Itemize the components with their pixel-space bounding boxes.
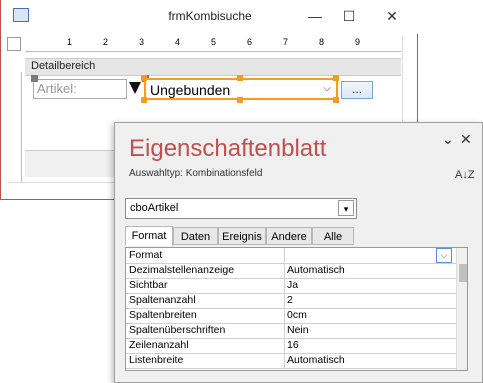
- object-select[interactable]: cboArtikel ▾: [125, 198, 357, 219]
- property-name: Spaltenüberschriften: [129, 324, 226, 336]
- move-handle[interactable]: [31, 75, 38, 82]
- ruler-mark: 2: [103, 37, 109, 47]
- property-name: Spaltenbreiten: [129, 309, 197, 321]
- property-row[interactable]: Spaltenüberschriften Nein: [126, 323, 456, 339]
- scroll-thumb[interactable]: [459, 264, 467, 282]
- ruler-corner[interactable]: [7, 37, 21, 51]
- property-value[interactable]: Ja: [287, 278, 298, 293]
- section-label: Detailbereich: [31, 60, 96, 72]
- ruler-mark: 7: [283, 37, 289, 47]
- tab-alle[interactable]: Alle: [312, 227, 354, 245]
- property-value[interactable]: 16: [287, 338, 299, 353]
- close-icon[interactable]: ✕: [460, 131, 472, 148]
- property-value[interactable]: Automatisch: [287, 353, 345, 368]
- selection-type: Auswahltyp: Kombinationsfeld: [129, 168, 263, 179]
- property-row[interactable]: Dezimalstellenanzeige Automatisch: [126, 263, 456, 279]
- resize-handle[interactable]: [237, 75, 243, 81]
- resize-handle[interactable]: [141, 75, 147, 81]
- resize-handle[interactable]: [141, 97, 147, 103]
- detail-section-bar[interactable]: Detailbereich: [25, 58, 401, 76]
- chevron-down-icon[interactable]: ⌵: [320, 81, 334, 97]
- resize-handle[interactable]: [333, 97, 339, 103]
- property-grid: Format ⌵ Dezimalstellenanzeige Automatis…: [125, 247, 468, 371]
- tab-daten[interactable]: Daten: [173, 227, 218, 245]
- property-row[interactable]: Sichtbar Ja: [126, 278, 456, 294]
- close-button[interactable]: ✕: [378, 4, 406, 28]
- property-row[interactable]: Format ⌵: [126, 248, 456, 264]
- property-row[interactable]: Spaltenbreiten 0cm: [126, 308, 456, 324]
- tab-format[interactable]: Format: [125, 226, 173, 246]
- property-name: Format: [129, 249, 163, 261]
- property-name: Dezimalstellenanzeige: [129, 264, 235, 276]
- chevron-down-icon[interactable]: ⌵: [436, 248, 452, 263]
- form-title-bar[interactable]: frmKombisuche — ☐ ✕: [1, 0, 419, 34]
- property-value[interactable]: Nein: [287, 323, 309, 338]
- resize-handle[interactable]: [237, 97, 243, 103]
- ruler-mark: 9: [355, 37, 361, 47]
- property-sheet: Eigenschaftenblatt Auswahltyp: Kombinati…: [114, 122, 483, 383]
- ruler-mark: 6: [247, 37, 253, 47]
- minimize-button[interactable]: —: [301, 4, 329, 28]
- property-name: Zeilenanzahl: [129, 339, 189, 351]
- ruler-mark: 4: [175, 37, 181, 47]
- pin-icon[interactable]: ⌄: [442, 131, 454, 148]
- tab-andere[interactable]: Andere: [266, 227, 312, 245]
- horizontal-ruler: 1 2 3 4 5 6 7 8 9: [25, 37, 401, 52]
- dots-button[interactable]: ...: [341, 81, 373, 99]
- vertical-scrollbar[interactable]: [456, 248, 467, 370]
- property-row[interactable]: Spaltenanzahl 2: [126, 293, 456, 309]
- maximize-button[interactable]: ☐: [335, 4, 363, 28]
- property-name: Sichtbar: [129, 279, 168, 291]
- ruler-mark: 3: [139, 37, 145, 47]
- combo-value: Ungebunden: [150, 82, 231, 98]
- chevron-down-icon[interactable]: ▾: [338, 200, 354, 216]
- property-name: Listenbreite: [129, 354, 184, 366]
- resize-handle[interactable]: [333, 75, 339, 81]
- property-row[interactable]: Zeilenanzahl 16: [126, 338, 456, 354]
- property-value[interactable]: Automatisch: [287, 263, 345, 278]
- ruler-mark: 5: [211, 37, 217, 47]
- property-value[interactable]: 0cm: [287, 308, 307, 323]
- tab-ereignis[interactable]: Ereignis: [218, 227, 266, 245]
- property-name: Spaltenanzahl: [129, 294, 196, 306]
- object-select-value: cboArtikel: [130, 202, 179, 214]
- sheet-title: Eigenschaftenblatt: [129, 135, 327, 162]
- ruler-mark: 1: [67, 37, 73, 47]
- property-value[interactable]: 2: [287, 293, 293, 308]
- property-row[interactable]: Listenbreite Automatisch: [126, 353, 456, 369]
- cursor-icon: [129, 82, 141, 94]
- ruler-mark: 8: [319, 37, 325, 47]
- vertical-ruler: [7, 72, 22, 182]
- sort-icon[interactable]: A↓Z: [455, 169, 475, 181]
- artikel-label[interactable]: Artikel:: [33, 79, 127, 99]
